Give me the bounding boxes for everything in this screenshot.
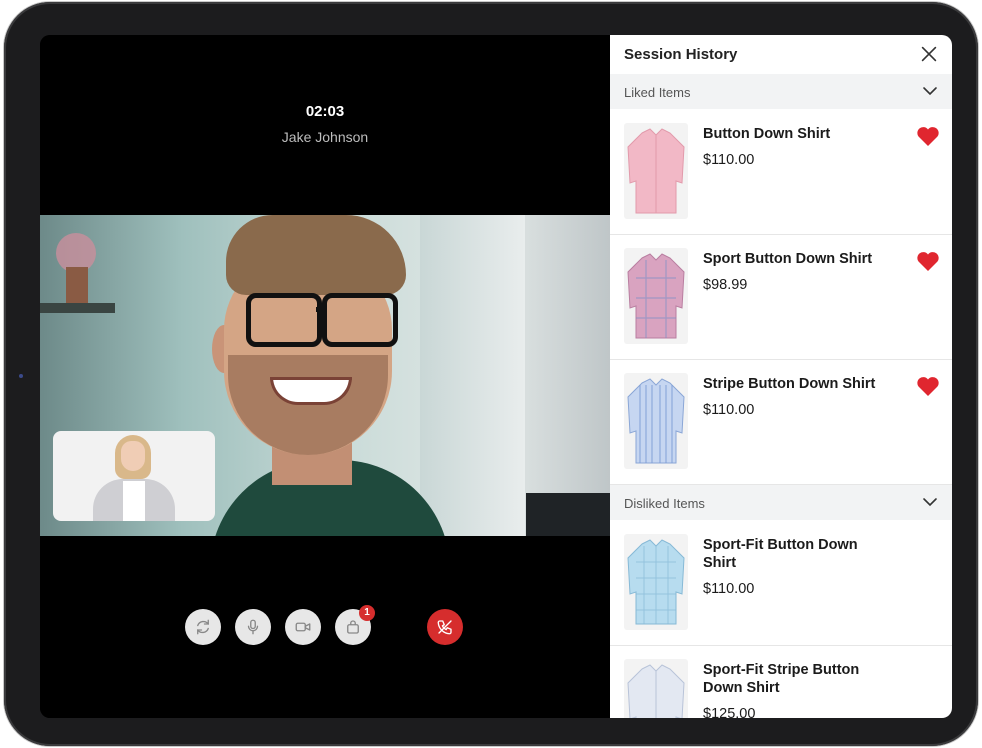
heart-icon[interactable] xyxy=(916,375,940,397)
liked-item[interactable]: Stripe Button Down Shirt $110.00 xyxy=(610,359,952,485)
tablet-frame: 02:03 Jake Johnson 1 Session History Lik… xyxy=(4,2,978,746)
background-door xyxy=(420,215,525,536)
video-call-area: 02:03 Jake Johnson 1 xyxy=(40,35,610,718)
microphone-icon xyxy=(247,619,259,635)
product-price: $110.00 xyxy=(703,581,755,597)
bag-count-badge: 1 xyxy=(359,605,375,621)
product-price: $98.99 xyxy=(703,277,748,293)
shirt-icon xyxy=(627,664,685,718)
shirt-icon xyxy=(627,539,685,625)
close-icon[interactable] xyxy=(918,43,940,65)
chevron-down-icon[interactable] xyxy=(922,85,938,97)
disliked-item[interactable]: Sport-Fit Stripe Button Down Shirt $125.… xyxy=(610,645,952,718)
product-name: Sport-Fit Button Down Shirt xyxy=(703,537,858,571)
background-pot xyxy=(66,267,88,303)
video-button[interactable] xyxy=(285,609,321,645)
product-name: Stripe Button Down Shirt xyxy=(703,376,876,392)
heart-icon[interactable] xyxy=(916,250,940,272)
pip-person-shirt xyxy=(123,481,145,521)
glasses-left-lens xyxy=(246,293,322,347)
screen: 02:03 Jake Johnson 1 Session History Lik… xyxy=(40,35,952,718)
call-controls: 1 xyxy=(40,605,610,649)
bag-button[interactable]: 1 xyxy=(335,605,375,645)
product-thumbnail xyxy=(624,534,688,630)
switch-camera-button[interactable] xyxy=(185,609,221,645)
camera-dot xyxy=(19,374,23,378)
disliked-item[interactable]: Sport-Fit Button Down Shirt $110.00 xyxy=(610,520,952,646)
product-thumbnail xyxy=(624,659,688,718)
mute-button[interactable] xyxy=(235,609,271,645)
heart-icon[interactable] xyxy=(916,125,940,147)
product-thumbnail xyxy=(624,373,688,469)
end-call-button[interactable] xyxy=(427,609,463,645)
panel-title: Session History xyxy=(624,46,738,63)
shirt-icon xyxy=(627,128,685,214)
pip-person-face xyxy=(121,441,145,471)
self-view-video[interactable] xyxy=(53,431,215,521)
liked-item[interactable]: Button Down Shirt $110.00 xyxy=(610,109,952,235)
person-beard xyxy=(228,355,388,455)
video-camera-icon xyxy=(295,622,311,632)
session-history-panel: Session History Liked Items Button Down … xyxy=(610,35,952,718)
product-name: Button Down Shirt xyxy=(703,126,831,142)
person-hair xyxy=(226,215,406,295)
liked-items-header[interactable]: Liked Items xyxy=(610,74,952,109)
disliked-items-header[interactable]: Disliked Items xyxy=(610,485,952,520)
call-timer: 02:03 xyxy=(305,103,345,120)
liked-item[interactable]: Sport Button Down Shirt $98.99 xyxy=(610,234,952,360)
glasses-bridge xyxy=(316,307,326,312)
glasses-right-lens xyxy=(322,293,398,347)
disliked-items-label: Disliked Items xyxy=(624,496,705,511)
refresh-icon xyxy=(197,619,209,635)
product-price: $110.00 xyxy=(703,402,755,418)
panel-header: Session History xyxy=(610,35,952,74)
product-price: $125.00 xyxy=(703,706,756,718)
product-thumbnail xyxy=(624,248,688,344)
shirt-icon xyxy=(627,253,685,339)
product-price: $110.00 xyxy=(703,152,755,168)
liked-items-label: Liked Items xyxy=(624,85,691,100)
caller-name: Jake Johnson xyxy=(281,129,369,145)
shopping-bag-icon xyxy=(347,620,359,634)
shirt-icon xyxy=(627,378,685,464)
product-thumbnail xyxy=(624,123,688,219)
product-name: Sport Button Down Shirt xyxy=(703,251,873,267)
product-name: Sport-Fit Stripe Button Down Shirt xyxy=(703,662,860,696)
background-shelf xyxy=(40,303,115,313)
chevron-down-icon[interactable] xyxy=(922,496,938,508)
background-monitor xyxy=(526,493,610,536)
phone-end-icon xyxy=(437,620,452,635)
